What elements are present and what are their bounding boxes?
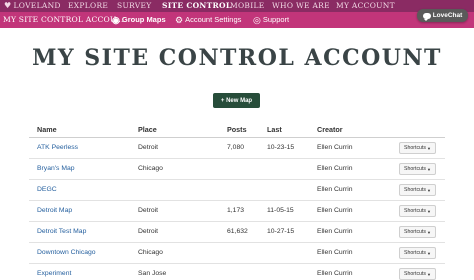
header-place: Place	[138, 125, 157, 134]
map-creator: Ellen Currin	[317, 144, 353, 151]
maps-table: Name Place Posts Last Creator ATK Peerle…	[29, 122, 445, 280]
map-place: Detroit	[138, 144, 159, 151]
table-row: Bryan's Map Chicago Ellen Currin Shortcuts ▼	[29, 159, 445, 180]
caret-down-icon: ▼	[426, 229, 431, 235]
map-creator: Ellen Currin	[317, 249, 353, 256]
header-posts: Posts	[227, 125, 247, 134]
table-row: DEGC Ellen Currin Shortcuts ▼	[29, 180, 445, 201]
nav-mobile[interactable]: MOBILE	[230, 1, 265, 11]
map-posts: 1,173	[227, 207, 245, 214]
caret-down-icon: ▼	[426, 166, 431, 172]
table-row: Detroit Map Detroit 1,173 11-05-15 Ellen Cur…	[29, 201, 445, 222]
account-subbar: MY SITE CONTROL ACCOU... ◉ Group Maps ⚙ …	[0, 12, 474, 28]
map-creator: Ellen Currin	[317, 165, 353, 172]
map-place: San Jose	[138, 270, 167, 277]
shortcuts-label: Shortcuts	[404, 208, 426, 214]
shortcuts-label: Shortcuts	[404, 229, 426, 235]
caret-down-icon: ▼	[426, 250, 431, 256]
lovechat-button[interactable]: LoveChat	[417, 9, 468, 22]
top-navigation: ♥ LOVELAND EXPLORE SURVEY SITE CONTROL MO…	[0, 0, 474, 12]
map-creator: Ellen Currin	[317, 207, 353, 214]
support-label: Support	[262, 15, 290, 24]
map-posts: 7,080	[227, 144, 245, 151]
map-last: 10-27-15	[267, 228, 295, 235]
account-title: MY SITE CONTROL ACCOU...	[3, 15, 124, 24]
shortcuts-label: Shortcuts	[404, 166, 426, 172]
caret-down-icon: ▼	[426, 208, 431, 214]
heart-icon: ♥	[4, 1, 12, 10]
header-creator: Creator	[317, 125, 343, 134]
chat-bubble-icon	[422, 12, 431, 21]
group-maps-label: Group Maps	[121, 15, 166, 24]
map-last: 10-23-15	[267, 144, 295, 151]
map-place: Chicago	[138, 249, 163, 256]
map-creator: Ellen Currin	[317, 228, 353, 235]
map-creator: Ellen Currin	[317, 186, 353, 193]
map-name-link[interactable]: Detroit Test Map	[37, 228, 86, 235]
map-name-link[interactable]: Downtown Chicago	[37, 249, 96, 256]
account-settings-label: Account Settings	[185, 15, 242, 24]
header-name: Name	[37, 125, 57, 134]
shortcuts-label: Shortcuts	[404, 250, 426, 256]
table-row: Detroit Test Map Detroit 61,632 10-27-15 Ell…	[29, 222, 445, 243]
map-name-link[interactable]: Bryan's Map	[37, 165, 75, 172]
map-name-link[interactable]: ATK Peerless	[37, 144, 78, 151]
nav-my-account[interactable]: MY ACCOUNT	[336, 1, 395, 11]
page-title: MY SITE CONTROL ACCOUNT	[32, 45, 442, 71]
lifebuoy-icon: ◎	[253, 15, 261, 25]
group-maps-link[interactable]: ◉ Group Maps	[112, 14, 166, 26]
new-map-button[interactable]: + New Map	[213, 93, 260, 108]
shortcuts-dropdown[interactable]: Shortcuts ▼	[399, 205, 436, 217]
shortcuts-dropdown[interactable]: Shortcuts ▼	[399, 268, 436, 280]
shortcuts-dropdown[interactable]: Shortcuts ▼	[399, 142, 436, 154]
table-row: Experiment San Jose Ellen Currin Shortcuts ▼	[29, 264, 445, 280]
shortcuts-dropdown[interactable]: Shortcuts ▼	[399, 184, 436, 196]
shortcuts-label: Shortcuts	[404, 145, 426, 151]
lovechat-label: LoveChat	[432, 12, 463, 19]
shortcuts-label: Shortcuts	[404, 271, 426, 277]
gear-icon: ⚙	[175, 15, 184, 25]
support-link[interactable]: ◎ Support	[253, 14, 289, 26]
header-last: Last	[267, 125, 282, 134]
table-row: Downtown Chicago Chicago Ellen Currin Short…	[29, 243, 445, 264]
map-name-link[interactable]: Experiment	[37, 270, 71, 277]
table-row: ATK Peerless Detroit 7,080 10-23-15 Ellen Cu…	[29, 138, 445, 159]
nav-loveland-label: LOVELAND	[13, 1, 61, 10]
map-last: 11-05-15	[267, 207, 294, 214]
nav-loveland[interactable]: ♥ LOVELAND	[4, 1, 61, 11]
shortcuts-label: Shortcuts	[404, 187, 426, 193]
nav-survey[interactable]: SURVEY	[117, 1, 151, 11]
map-place: Detroit	[138, 207, 159, 214]
caret-down-icon: ▼	[426, 271, 431, 277]
account-settings-link[interactable]: ⚙ Account Settings	[175, 14, 241, 26]
nav-who-we-are[interactable]: WHO WE ARE	[272, 1, 330, 11]
shortcuts-dropdown[interactable]: Shortcuts ▼	[399, 247, 436, 259]
map-creator: Ellen Currin	[317, 270, 353, 277]
map-posts: 61,632	[227, 228, 248, 235]
nav-explore[interactable]: EXPLORE	[68, 1, 108, 11]
map-name-link[interactable]: Detroit Map	[37, 207, 72, 214]
map-name-link[interactable]: DEGC	[37, 186, 57, 193]
table-header: Name Place Posts Last Creator	[29, 122, 445, 138]
shortcuts-dropdown[interactable]: Shortcuts ▼	[399, 163, 436, 175]
map-place: Detroit	[138, 228, 159, 235]
map-place: Chicago	[138, 165, 163, 172]
nav-site-control[interactable]: SITE CONTROL	[162, 1, 231, 11]
caret-down-icon: ▼	[426, 145, 431, 151]
caret-down-icon: ▼	[426, 187, 431, 193]
shortcuts-dropdown[interactable]: Shortcuts ▼	[399, 226, 436, 238]
group-icon: ◉	[112, 15, 120, 25]
